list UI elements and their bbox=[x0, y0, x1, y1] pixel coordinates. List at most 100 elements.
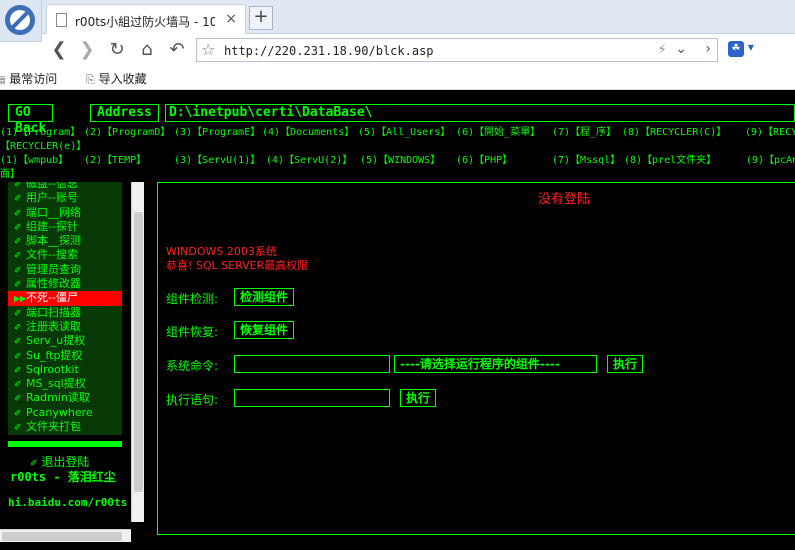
sidebar-item-pcanywhere[interactable]: ✐ Pcanywhere bbox=[8, 406, 122, 420]
scroll-thumb[interactable] bbox=[2, 532, 122, 541]
bookmark-star-icon[interactable]: ☆ bbox=[201, 40, 215, 59]
sidebar-horizontal-scrollbar[interactable] bbox=[0, 529, 131, 542]
sidebar-item-registry-read[interactable]: ✐ 注册表读取 bbox=[8, 320, 122, 334]
sidebar-item-script-detect[interactable]: ✐ 脚本__探测 bbox=[8, 234, 122, 248]
sql-statement-label: 执行语句: bbox=[166, 393, 219, 407]
drive-link[interactable]: (5)【WINDOWS】 bbox=[360, 154, 440, 168]
sidebar-item-servu-escalate[interactable]: ✐ Serv_u提权 bbox=[8, 334, 122, 348]
sidebar-item-radmin-read[interactable]: ✐ Radmin读取 bbox=[8, 391, 122, 405]
back-icon[interactable]: ❮ bbox=[48, 39, 70, 61]
sql-input[interactable] bbox=[234, 389, 390, 407]
webshell-page: GO Back Address D:\inetpub\certi\DataBas… bbox=[0, 91, 795, 550]
drive-link[interactable]: (2)【TEMP】 bbox=[84, 154, 146, 168]
new-tab-button[interactable]: + bbox=[249, 6, 273, 30]
drive-link[interactable]: (9)【RECY bbox=[745, 126, 795, 140]
sidebar-divider bbox=[8, 441, 122, 447]
drive-link[interactable]: (3)【ProgramE】 bbox=[174, 126, 260, 140]
browser-logo-icon[interactable] bbox=[0, 0, 42, 42]
login-status: 没有登陆 bbox=[538, 192, 591, 207]
execute-sql-button[interactable]: 执行 bbox=[400, 389, 437, 407]
bookmark-import[interactable]: ⎘ 导入收藏 bbox=[86, 70, 147, 87]
bookmarks-bar: ▤ 最常访问 ⎘ 导入收藏 bbox=[0, 66, 795, 90]
home-icon[interactable]: ⌂ bbox=[136, 39, 158, 61]
component-restore-label: 组件恢复: bbox=[166, 325, 219, 339]
blog-link[interactable]: hi.baidu.com/r00ts bbox=[8, 496, 132, 509]
baidu-paw-icon: ☘ bbox=[728, 41, 744, 57]
scroll-thumb[interactable] bbox=[134, 212, 143, 492]
sidebar-item-component-probe[interactable]: ✐ 组建--探针 bbox=[8, 220, 122, 234]
drive-row-2-wrap: 面】 bbox=[0, 168, 795, 182]
drive-link[interactable]: (2)【ProgramD】 bbox=[84, 126, 170, 140]
url-text[interactable]: http://220.231.18.90/blck.asp bbox=[224, 44, 434, 58]
sidebar-vertical-scrollbar[interactable] bbox=[131, 182, 144, 522]
sidebar-menu: ✐ 磁盘--信息 ✐ 用户--账号 ✐ 端口__网络 ✐ 组建--探针 ✐ 脚本__探测 … bbox=[8, 182, 122, 435]
drive-link[interactable]: (6)【開始_菜單】 bbox=[456, 126, 540, 140]
search-engine-selector[interactable]: ☘ ▾ bbox=[728, 40, 762, 60]
drive-link[interactable]: (7)【Mssql】 bbox=[552, 154, 620, 168]
execute-command-button[interactable]: 执行 bbox=[607, 355, 644, 373]
command-input[interactable] bbox=[234, 355, 390, 373]
drive-row-2: (1)【wmpub】 (2)【TEMP】 (3)【ServU(1)】 (4)【S… bbox=[0, 154, 795, 168]
chevron-down-icon[interactable]: ⌄ bbox=[675, 41, 687, 57]
sidebar-item-attr-modifier[interactable]: ✐ 属性修改器 bbox=[8, 277, 122, 291]
double-arrow-icon: ▶▶ bbox=[14, 294, 27, 304]
sidebar-item-port-scanner[interactable]: ✐ 端口扫描器 bbox=[8, 306, 122, 320]
mouse-icon: ✐ bbox=[14, 251, 22, 262]
sidebar-item-folder-pack[interactable]: ✐ 文件夹打包 bbox=[8, 420, 122, 434]
drive-link[interactable]: (5)【All_Users】 bbox=[358, 126, 450, 140]
mouse-icon: ✐ bbox=[14, 265, 22, 276]
mouse-icon: ✐ bbox=[14, 208, 22, 219]
bookmark-most-visited[interactable]: ▤ 最常访问 bbox=[0, 70, 57, 87]
detect-component-button[interactable]: 检测组件 bbox=[234, 288, 295, 306]
drive-link[interactable]: (4)【ServU(2)】 bbox=[266, 154, 352, 168]
system-info: WINDOWS 2003系统 恭喜! SQL SERVER最高权限 bbox=[166, 245, 308, 273]
drive-link[interactable]: (4)【Documents】 bbox=[262, 126, 354, 140]
drive-link[interactable]: (1)【wmpub】 bbox=[0, 154, 68, 168]
sidebar-item-mssql-escalate[interactable]: ✐ MS_sql提权 bbox=[8, 377, 122, 391]
address-button[interactable]: Address bbox=[90, 104, 159, 122]
drive-links: (1)【Program】 (2)【ProgramD】 (3)【ProgramE】… bbox=[0, 126, 795, 182]
mouse-icon: ✐ bbox=[14, 222, 22, 233]
drive-link[interactable]: (8)【RECYCLER(C)】 bbox=[622, 126, 726, 140]
os-info: WINDOWS 2003系统 bbox=[166, 245, 277, 258]
main-frame: 没有登陆 WINDOWS 2003系统 恭喜! SQL SERVER最高权限 组… bbox=[157, 182, 795, 535]
sidebar-item-user-accounts[interactable]: ✐ 用户--账号 bbox=[8, 191, 122, 205]
mouse-icon: ✐ bbox=[14, 423, 22, 434]
lightning-icon[interactable]: ⚡ bbox=[657, 42, 667, 58]
drive-link[interactable]: (3)【ServU(1)】 bbox=[174, 154, 260, 168]
drive-link[interactable]: (1)【Program】 bbox=[0, 126, 80, 140]
sidebar-item-disk-info[interactable]: ✐ 磁盘--信息 bbox=[8, 182, 122, 191]
drive-link[interactable]: 【RECYCLER(e)】 bbox=[0, 140, 86, 154]
sidebar-item-port-network[interactable]: ✐ 端口__网络 bbox=[8, 206, 122, 220]
browser-tab[interactable]: r00ts小組过防火墙马 - 10.1 × bbox=[46, 4, 246, 34]
sidebar-item-zombie[interactable]: ▶▶不死--僵尸 bbox=[8, 291, 122, 306]
forward-icon[interactable]: ❯ bbox=[76, 39, 98, 61]
sidebar-item-suftp-escalate[interactable]: ✐ Su_ftp提权 bbox=[8, 349, 122, 363]
mouse-icon: ✐ bbox=[14, 337, 22, 348]
sidebar-item-admin-query[interactable]: ✐ 管理员查询 bbox=[8, 263, 122, 277]
sidebar-item-sqlrootkit[interactable]: ✐ Sqlrootkit bbox=[8, 363, 122, 377]
folder-icon: ▤ bbox=[0, 75, 6, 86]
mouse-icon: ✐ bbox=[14, 322, 22, 333]
mouse-icon: ✐ bbox=[14, 351, 22, 362]
brand-text: r00ts - 落泪红尘 bbox=[10, 470, 116, 484]
close-tab-icon[interactable]: × bbox=[225, 11, 237, 27]
reload-icon[interactable]: ↻ bbox=[106, 39, 128, 61]
drive-link[interactable]: 面】 bbox=[0, 168, 20, 182]
drive-link[interactable]: (8)【prel文件夹】 bbox=[624, 154, 716, 168]
sidebar-item-file-search[interactable]: ✐ 文件--搜索 bbox=[8, 248, 122, 262]
chevron-right-icon[interactable]: › bbox=[705, 41, 711, 57]
go-back-button[interactable]: GO Back bbox=[8, 104, 54, 136]
path-input[interactable]: D:\inetpub\certi\DataBase\ bbox=[165, 104, 795, 122]
system-command-label: 系统命令: bbox=[166, 359, 219, 373]
drive-link[interactable]: (7)【程_序】 bbox=[552, 126, 616, 140]
drive-link[interactable]: (6)【PHP】 bbox=[456, 154, 512, 168]
drive-link[interactable]: (9)【pcAn bbox=[746, 154, 795, 168]
mouse-icon: ✐ bbox=[14, 308, 22, 319]
mouse-icon: ✐ bbox=[14, 380, 22, 391]
undo-icon[interactable]: ↶ bbox=[166, 39, 188, 61]
chevron-down-icon: ▾ bbox=[747, 40, 754, 54]
component-select[interactable]: ----请选择运行程序的组件---- bbox=[394, 355, 597, 373]
address-bar[interactable]: ☆ http://220.231.18.90/blck.asp ⚡ ⌄ › bbox=[196, 38, 718, 62]
restore-component-button[interactable]: 恢复组件 bbox=[234, 321, 295, 339]
